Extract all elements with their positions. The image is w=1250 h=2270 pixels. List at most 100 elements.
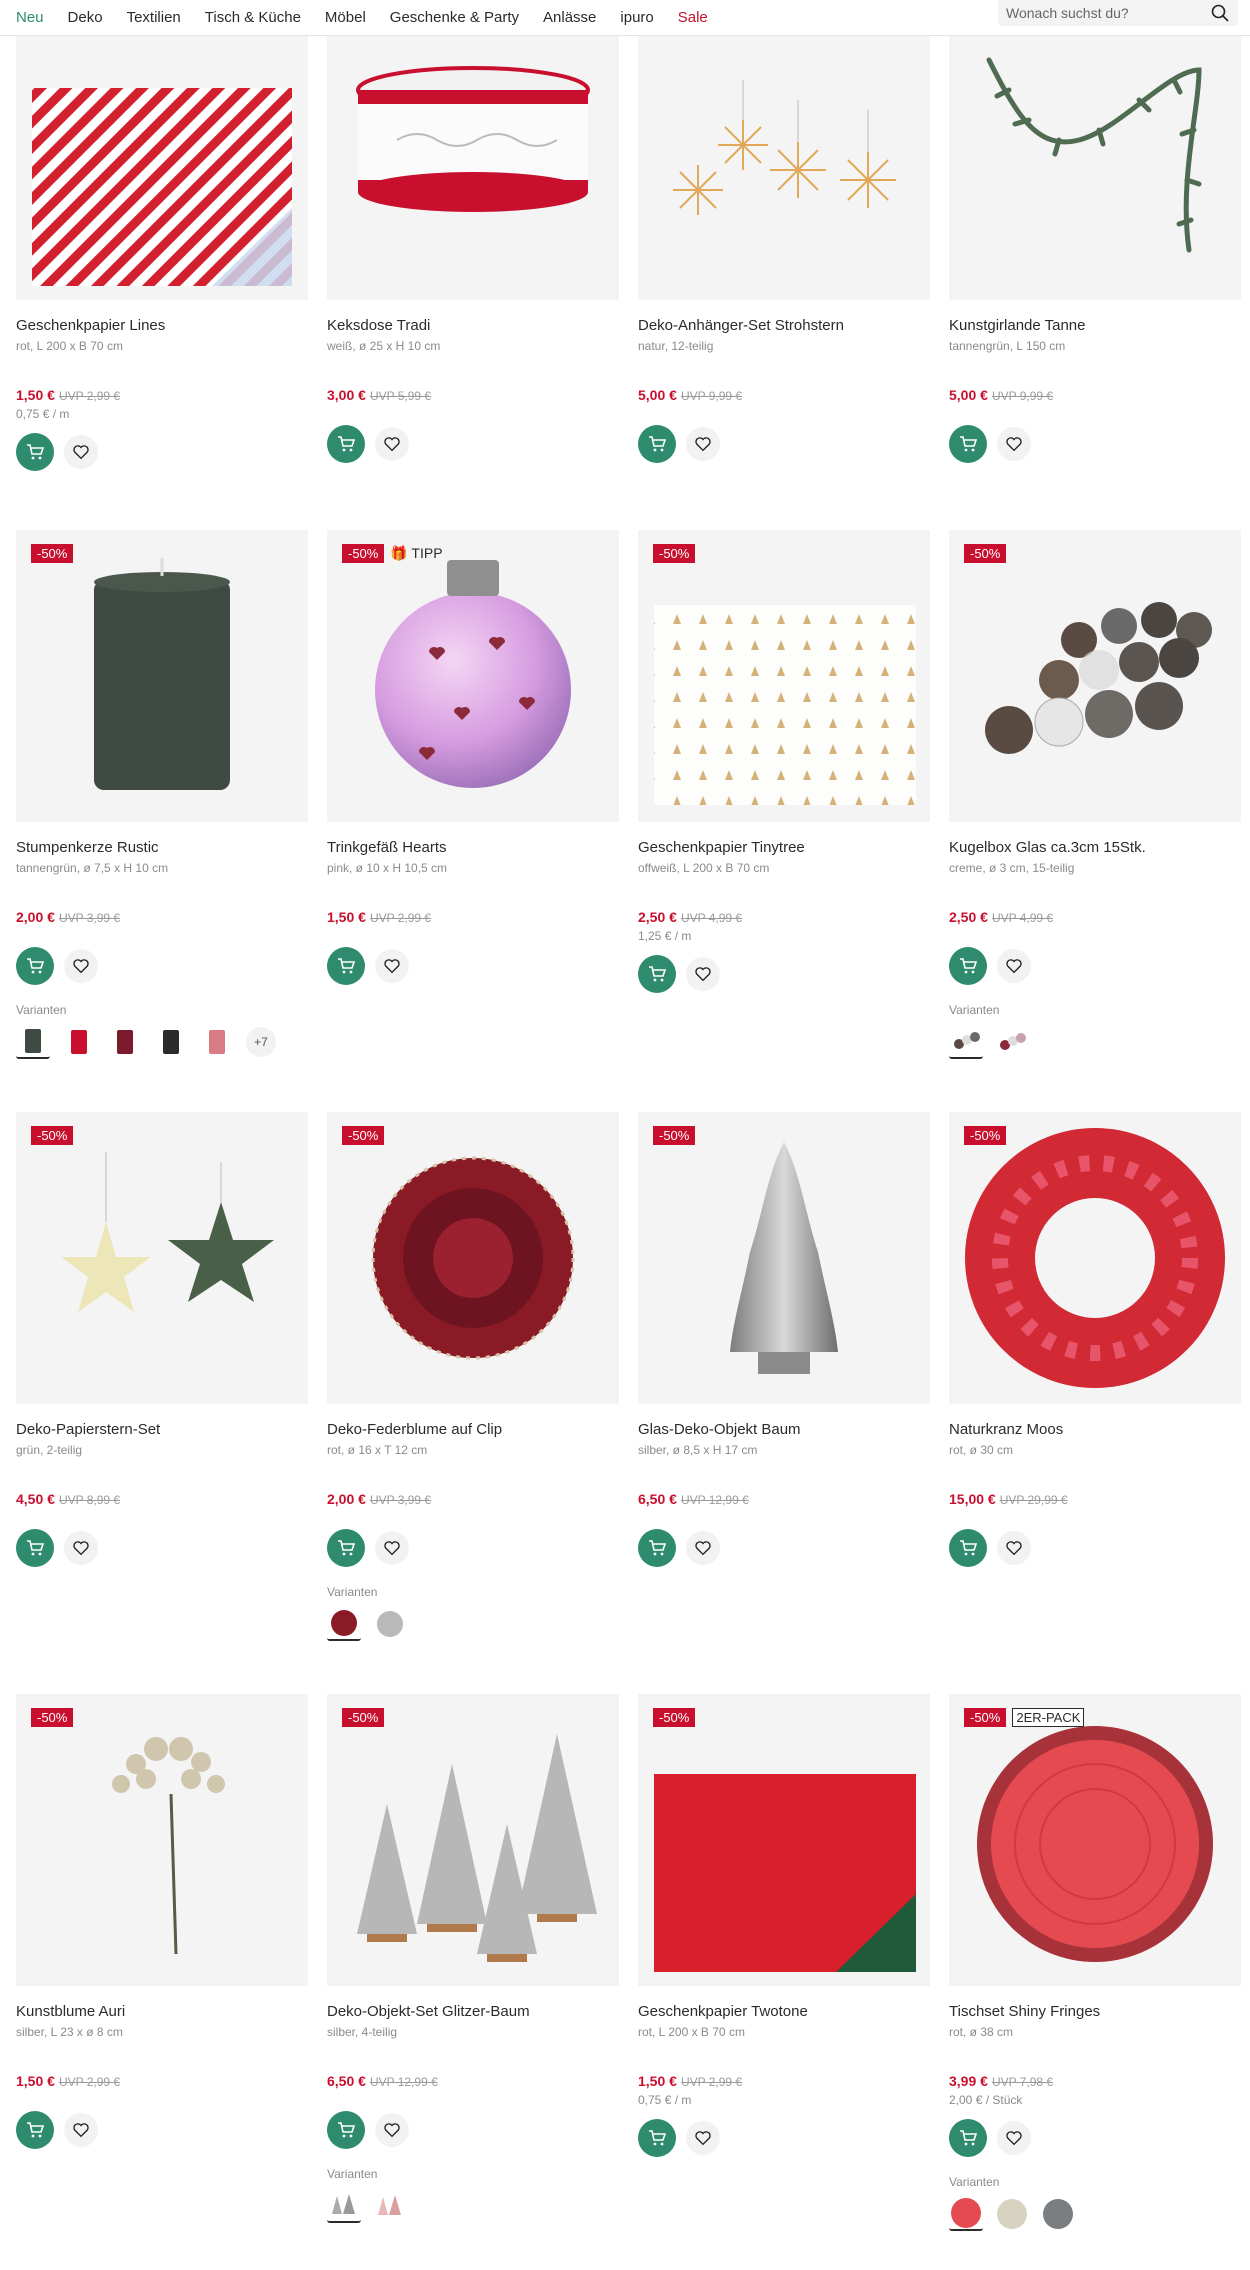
wishlist-button[interactable]: [375, 1531, 409, 1565]
variant-swatch[interactable]: [995, 2197, 1029, 2231]
add-to-cart-button[interactable]: [327, 425, 365, 463]
nav-item-deko[interactable]: Deko: [68, 9, 103, 26]
wishlist-button[interactable]: [686, 1531, 720, 1565]
nav-item-textilien[interactable]: Textilien: [127, 9, 181, 26]
product-card[interactable]: -50% 🎁 TIPP Trinkgefäß Hearts pink, ø 10 …: [327, 530, 619, 1112]
product-image[interactable]: -50%: [16, 1694, 308, 1986]
nav-item-sale[interactable]: Sale: [678, 9, 708, 26]
variant-swatch[interactable]: [154, 1025, 188, 1059]
product-card[interactable]: Deko-Anhänger-Set Strohstern natur, 12-t…: [638, 30, 930, 530]
product-name[interactable]: Naturkranz Moos: [949, 1420, 1241, 1440]
add-to-cart-button[interactable]: [16, 433, 54, 471]
product-card[interactable]: -50% Deko-Papierstern-Set grün, 2-teilig…: [16, 1112, 308, 1694]
wishlist-button[interactable]: [64, 435, 98, 469]
product-card[interactable]: Keksdose Tradi weiß, ø 25 x H 10 cm 3,00…: [327, 30, 619, 530]
variant-swatch[interactable]: [373, 2189, 407, 2223]
variant-swatch[interactable]: [16, 1025, 50, 1059]
product-name[interactable]: Trinkgefäß Hearts: [327, 838, 619, 858]
add-to-cart-button[interactable]: [327, 1529, 365, 1567]
nav-item-geschenke-party[interactable]: Geschenke & Party: [390, 9, 519, 26]
wishlist-button[interactable]: [997, 2121, 1031, 2155]
wishlist-button[interactable]: [686, 957, 720, 991]
add-to-cart-button[interactable]: [327, 2111, 365, 2149]
wishlist-button[interactable]: [64, 2113, 98, 2147]
product-name[interactable]: Glas-Deko-Objekt Baum: [638, 1420, 930, 1440]
nav-item-ipuro[interactable]: ipuro: [620, 9, 653, 26]
add-to-cart-button[interactable]: [638, 425, 676, 463]
add-to-cart-button[interactable]: [949, 947, 987, 985]
product-image[interactable]: -50%: [327, 1112, 619, 1404]
product-card[interactable]: -50% 2ER-PACK Tischset Shiny Fringes rot,…: [949, 1694, 1241, 2270]
nav-item-anlaesse[interactable]: Anlässe: [543, 9, 596, 26]
product-name[interactable]: Deko-Anhänger-Set Strohstern: [638, 316, 930, 336]
product-name[interactable]: Keksdose Tradi: [327, 316, 619, 336]
wishlist-button[interactable]: [997, 949, 1031, 983]
product-image[interactable]: -50% 🎁 TIPP: [327, 530, 619, 822]
product-card[interactable]: -50% Geschenkpapier Twotone rot, L 200 x…: [638, 1694, 930, 2270]
variant-swatch[interactable]: [1041, 2197, 1075, 2231]
add-to-cart-button[interactable]: [949, 1529, 987, 1567]
product-card[interactable]: -50% Stumpenkerze Rustic tannengrün, ø 7…: [16, 530, 308, 1112]
variant-swatch[interactable]: [327, 2189, 361, 2223]
product-name[interactable]: Deko-Papierstern-Set: [16, 1420, 308, 1440]
product-image[interactable]: [638, 30, 930, 300]
product-name[interactable]: Deko-Objekt-Set Glitzer-Baum: [327, 2002, 619, 2022]
product-image[interactable]: -50%: [949, 530, 1241, 822]
add-to-cart-button[interactable]: [16, 1529, 54, 1567]
variant-swatch[interactable]: [108, 1025, 142, 1059]
add-to-cart-button[interactable]: [16, 947, 54, 985]
wishlist-button[interactable]: [375, 949, 409, 983]
variant-swatch[interactable]: [949, 2197, 983, 2231]
add-to-cart-button[interactable]: [638, 1529, 676, 1567]
variant-swatch[interactable]: [62, 1025, 96, 1059]
product-card[interactable]: Geschenkpapier Lines rot, L 200 x B 70 c…: [16, 30, 308, 530]
product-card[interactable]: -50% Kugelbox Glas ca.3cm 15Stk. creme, …: [949, 530, 1241, 1112]
wishlist-button[interactable]: [64, 1531, 98, 1565]
product-name[interactable]: Deko-Federblume auf Clip: [327, 1420, 619, 1440]
variant-swatch[interactable]: [373, 1607, 407, 1641]
product-card[interactable]: -50% Kunstblume Auri silber, L 23 x ø 8 …: [16, 1694, 308, 2270]
product-image[interactable]: [16, 30, 308, 300]
product-name[interactable]: Geschenkpapier Tinytree: [638, 838, 930, 858]
product-card[interactable]: -50% Naturkranz Moos rot, ø 30 cm 15,00 …: [949, 1112, 1241, 1694]
wishlist-button[interactable]: [686, 2121, 720, 2155]
wishlist-button[interactable]: [686, 427, 720, 461]
product-card[interactable]: -50% Geschenkpapier Tinytree offweiß, L …: [638, 530, 930, 1112]
product-image[interactable]: -50%: [16, 530, 308, 822]
wishlist-button[interactable]: [997, 427, 1031, 461]
product-name[interactable]: Tischset Shiny Fringes: [949, 2002, 1241, 2022]
product-image[interactable]: -50%: [949, 1112, 1241, 1404]
nav-item-tisch-kueche[interactable]: Tisch & Küche: [205, 9, 301, 26]
product-image[interactable]: -50%: [327, 1694, 619, 1986]
add-to-cart-button[interactable]: [949, 2119, 987, 2157]
add-to-cart-button[interactable]: [638, 955, 676, 993]
add-to-cart-button[interactable]: [327, 947, 365, 985]
wishlist-button[interactable]: [997, 1531, 1031, 1565]
wishlist-button[interactable]: [64, 949, 98, 983]
product-image[interactable]: [327, 30, 619, 300]
variant-swatch[interactable]: [200, 1025, 234, 1059]
variant-swatch[interactable]: [949, 1025, 983, 1059]
wishlist-button[interactable]: [375, 2113, 409, 2147]
search-input[interactable]: [1006, 5, 1206, 21]
product-card[interactable]: -50% Deko-Objekt-Set Glitzer-Baum silber…: [327, 1694, 619, 2270]
add-to-cart-button[interactable]: [638, 2119, 676, 2157]
product-name[interactable]: Stumpenkerze Rustic: [16, 838, 308, 858]
product-image[interactable]: -50% 2ER-PACK: [949, 1694, 1241, 1986]
product-card[interactable]: -50% Glas-Deko-Objekt Baum silber, ø 8,5…: [638, 1112, 930, 1694]
product-image[interactable]: -50%: [638, 1694, 930, 1986]
nav-item-moebel[interactable]: Möbel: [325, 9, 366, 26]
nav-item-neu[interactable]: Neu: [16, 9, 44, 26]
product-name[interactable]: Geschenkpapier Lines: [16, 316, 308, 336]
product-card[interactable]: -50% Deko-Federblume auf Clip rot, ø 16 …: [327, 1112, 619, 1694]
add-to-cart-button[interactable]: [949, 425, 987, 463]
product-name[interactable]: Geschenkpapier Twotone: [638, 2002, 930, 2022]
search-icon[interactable]: [1210, 3, 1230, 23]
add-to-cart-button[interactable]: [16, 2111, 54, 2149]
product-image[interactable]: -50%: [638, 530, 930, 822]
product-card[interactable]: Kunstgirlande Tanne tannengrün, L 150 cm…: [949, 30, 1241, 530]
product-name[interactable]: Kunstblume Auri: [16, 2002, 308, 2022]
variant-swatch[interactable]: [995, 1025, 1029, 1059]
product-image[interactable]: -50%: [16, 1112, 308, 1404]
wishlist-button[interactable]: [375, 427, 409, 461]
